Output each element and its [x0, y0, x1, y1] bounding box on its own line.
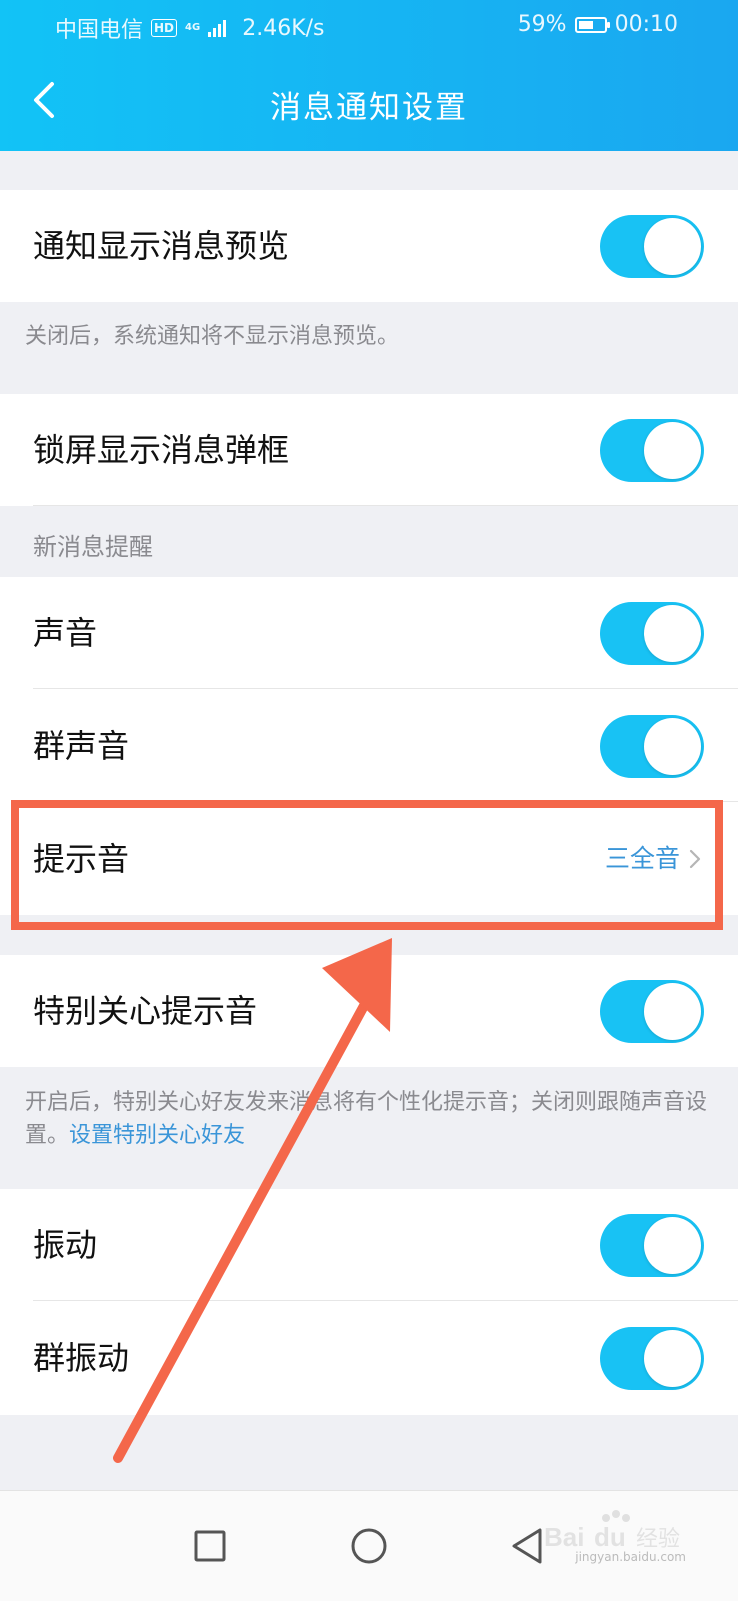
group-sound-label: 群声音	[33, 727, 130, 765]
group-vibrate-label: 群振动	[33, 1339, 130, 1377]
preview-toggle[interactable]	[600, 215, 704, 278]
toggle-knob	[644, 1217, 701, 1274]
lockscreen-card: 锁屏显示消息弹框	[0, 394, 738, 506]
network-type-icon: 4G	[185, 22, 201, 33]
setting-row-sound[interactable]: 声音	[0, 577, 738, 689]
vibrate-toggle[interactable]	[600, 1214, 704, 1277]
hd-icon: HD	[151, 19, 178, 37]
section-title: 新消息提醒	[33, 533, 153, 561]
baidu-watermark-logo: Bai du 经验	[544, 1510, 680, 1552]
divider	[33, 688, 738, 689]
preview-label: 通知显示消息预览	[33, 227, 290, 265]
vibrate-label: 振动	[33, 1226, 98, 1264]
special-note: 开启后，特别关心好友发来消息将有个性化提示音；关闭则跟随声音设置。设置特别关心好…	[25, 1086, 708, 1152]
circle-icon[interactable]	[334, 1511, 404, 1581]
special-card: 特别关心提示音	[0, 955, 738, 1067]
divider	[33, 505, 738, 506]
status-right: 59% 00:10	[518, 12, 678, 37]
setting-row-vibrate[interactable]: 振动	[0, 1189, 738, 1301]
square-icon[interactable]	[175, 1511, 245, 1581]
setting-row-group-vibrate[interactable]: 群振动	[0, 1302, 738, 1414]
clock: 00:10	[614, 12, 678, 37]
highlight-box	[11, 800, 723, 930]
preview-card: 通知显示消息预览	[0, 190, 738, 302]
network-speed: 2.46K/s	[242, 15, 325, 41]
signal-icon	[208, 19, 227, 37]
setting-row-group-sound[interactable]: 群声音	[0, 690, 738, 802]
svg-text:Bai: Bai	[544, 1522, 584, 1552]
divider	[33, 1300, 738, 1301]
special-tone-toggle[interactable]	[600, 980, 704, 1043]
battery-fill	[578, 20, 593, 29]
status-left: 中国电信 HD 4G 2.46K/s	[55, 12, 325, 44]
toggle-knob	[644, 718, 701, 775]
app-header: 中国电信 HD 4G 2.46K/s 59% 00:10 消息通知设置	[0, 0, 738, 151]
svg-text:du: du	[594, 1522, 626, 1552]
status-bar: 中国电信 HD 4G 2.46K/s 59% 00:10	[0, 0, 738, 50]
preview-note: 关闭后，系统通知将不显示消息预览。	[25, 324, 400, 349]
battery-percent: 59%	[517, 12, 567, 37]
toggle-knob	[644, 1330, 701, 1387]
toggle-knob	[644, 422, 701, 479]
svg-text:经验: 经验	[636, 1527, 680, 1552]
watermark-url: jingyan.baidu.com	[575, 1550, 686, 1564]
lockscreen-toggle[interactable]	[600, 419, 704, 482]
toggle-knob	[644, 605, 701, 662]
special-tone-label: 特别关心提示音	[33, 992, 258, 1030]
toggle-knob	[644, 983, 701, 1040]
lockscreen-label: 锁屏显示消息弹框	[33, 431, 290, 469]
carrier-name: 中国电信	[55, 18, 144, 43]
sound-label: 声音	[33, 614, 98, 652]
page-title: 消息通知设置	[270, 90, 468, 126]
special-care-link[interactable]: 设置特别关心好友	[69, 1123, 245, 1148]
group-vibrate-toggle[interactable]	[600, 1327, 704, 1390]
setting-row-special-tone[interactable]: 特别关心提示音	[0, 955, 738, 1067]
battery-icon	[574, 16, 610, 33]
vibrate-card: 振动 群振动	[0, 1189, 738, 1415]
setting-row-lockscreen[interactable]: 锁屏显示消息弹框	[0, 394, 738, 506]
toggle-knob	[644, 218, 701, 275]
sound-toggle[interactable]	[600, 602, 704, 665]
setting-row-preview[interactable]: 通知显示消息预览	[0, 190, 738, 302]
group-sound-toggle[interactable]	[600, 715, 704, 778]
